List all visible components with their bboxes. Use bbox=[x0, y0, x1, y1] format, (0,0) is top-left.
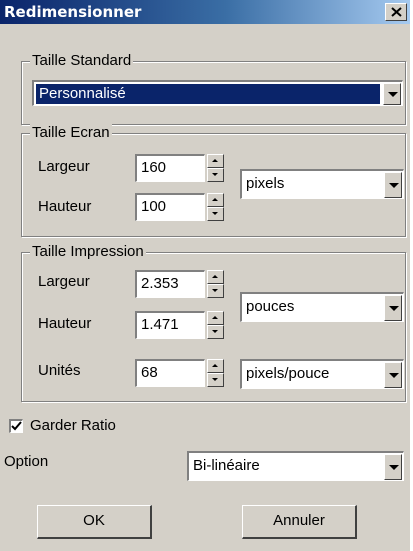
ecran-hauteur-label: Hauteur bbox=[38, 198, 92, 215]
impression-hauteur-field[interactable]: 1.471 bbox=[135, 311, 205, 339]
cancel-button[interactable]: Annuler bbox=[242, 505, 357, 539]
close-icon bbox=[391, 7, 402, 17]
impression-hauteur-spinner[interactable] bbox=[207, 311, 224, 339]
resolution-unit-value: pixels/pouce bbox=[246, 365, 330, 382]
arrow-down-icon bbox=[212, 378, 218, 381]
spin-up-button[interactable] bbox=[207, 193, 224, 207]
close-button[interactable] bbox=[385, 3, 407, 21]
taille-ecran-legend: Taille Ecran bbox=[30, 124, 112, 142]
option-dropdown-button[interactable] bbox=[384, 454, 402, 480]
impression-largeur-spinner[interactable] bbox=[207, 270, 224, 298]
taille-impression-legend: Taille Impression bbox=[30, 243, 146, 261]
impression-unit-select[interactable]: pouces bbox=[240, 292, 404, 322]
ecran-largeur-label: Largeur bbox=[38, 158, 90, 175]
arrow-up-icon bbox=[212, 316, 218, 319]
ok-button[interactable]: OK bbox=[37, 505, 152, 539]
garder-ratio-checkbox[interactable] bbox=[9, 419, 23, 433]
ecran-hauteur-spinner[interactable] bbox=[207, 193, 224, 221]
option-value: Bi-linéaire bbox=[193, 457, 260, 474]
impression-unit-value: pouces bbox=[246, 298, 295, 315]
window-title: Redimensionner bbox=[4, 3, 142, 21]
arrow-down-icon bbox=[212, 330, 218, 333]
resolution-unit-select[interactable]: pixels/pouce bbox=[240, 359, 404, 389]
checkmark-icon bbox=[11, 421, 22, 431]
ecran-hauteur-field[interactable]: 100 bbox=[135, 193, 205, 221]
arrow-up-icon bbox=[212, 275, 218, 278]
taille-standard-legend: Taille Standard bbox=[30, 52, 134, 70]
title-bar[interactable]: Redimensionner bbox=[0, 0, 410, 24]
arrow-down-icon bbox=[212, 289, 218, 292]
arrow-up-icon bbox=[212, 198, 218, 201]
spin-up-button[interactable] bbox=[207, 359, 224, 373]
ecran-unit-dropdown-button[interactable] bbox=[384, 172, 402, 198]
spin-down-button[interactable] bbox=[207, 284, 224, 298]
unites-field[interactable]: 68 bbox=[135, 359, 205, 387]
spin-up-button[interactable] bbox=[207, 270, 224, 284]
resolution-unit-dropdown-button[interactable] bbox=[384, 362, 402, 388]
ecran-largeur-field[interactable]: 160 bbox=[135, 154, 205, 182]
spin-down-button[interactable] bbox=[207, 207, 224, 221]
chevron-down-icon bbox=[389, 465, 399, 470]
spin-down-button[interactable] bbox=[207, 325, 224, 339]
arrow-up-icon bbox=[212, 364, 218, 367]
taille-standard-dropdown-button[interactable] bbox=[383, 83, 401, 105]
ecran-unit-value: pixels bbox=[246, 175, 285, 192]
chevron-down-icon bbox=[388, 92, 398, 97]
ecran-largeur-spinner[interactable] bbox=[207, 154, 224, 182]
arrow-down-icon bbox=[212, 212, 218, 215]
chevron-down-icon bbox=[389, 373, 399, 378]
option-select[interactable]: Bi-linéaire bbox=[187, 451, 404, 481]
option-label: Option bbox=[4, 453, 49, 470]
arrow-up-icon bbox=[212, 159, 218, 162]
ecran-unit-select[interactable]: pixels bbox=[240, 169, 404, 199]
impression-largeur-label: Largeur bbox=[38, 273, 90, 290]
unites-label: Unités bbox=[38, 362, 81, 379]
unites-spinner[interactable] bbox=[207, 359, 224, 387]
impression-unit-dropdown-button[interactable] bbox=[384, 295, 402, 321]
arrow-down-icon bbox=[212, 173, 218, 176]
resize-dialog: Redimensionner Taille Standard Personnal… bbox=[0, 0, 410, 551]
chevron-down-icon bbox=[389, 306, 399, 311]
impression-hauteur-label: Hauteur bbox=[38, 315, 92, 332]
impression-largeur-field[interactable]: 2.353 bbox=[135, 270, 205, 298]
taille-standard-select[interactable]: Personnalisé bbox=[32, 80, 403, 106]
spin-down-button[interactable] bbox=[207, 168, 224, 182]
chevron-down-icon bbox=[389, 183, 399, 188]
taille-standard-value: Personnalisé bbox=[36, 84, 380, 104]
spin-up-button[interactable] bbox=[207, 311, 224, 325]
spin-up-button[interactable] bbox=[207, 154, 224, 168]
garder-ratio-label[interactable]: Garder Ratio bbox=[30, 416, 116, 436]
spin-down-button[interactable] bbox=[207, 373, 224, 387]
